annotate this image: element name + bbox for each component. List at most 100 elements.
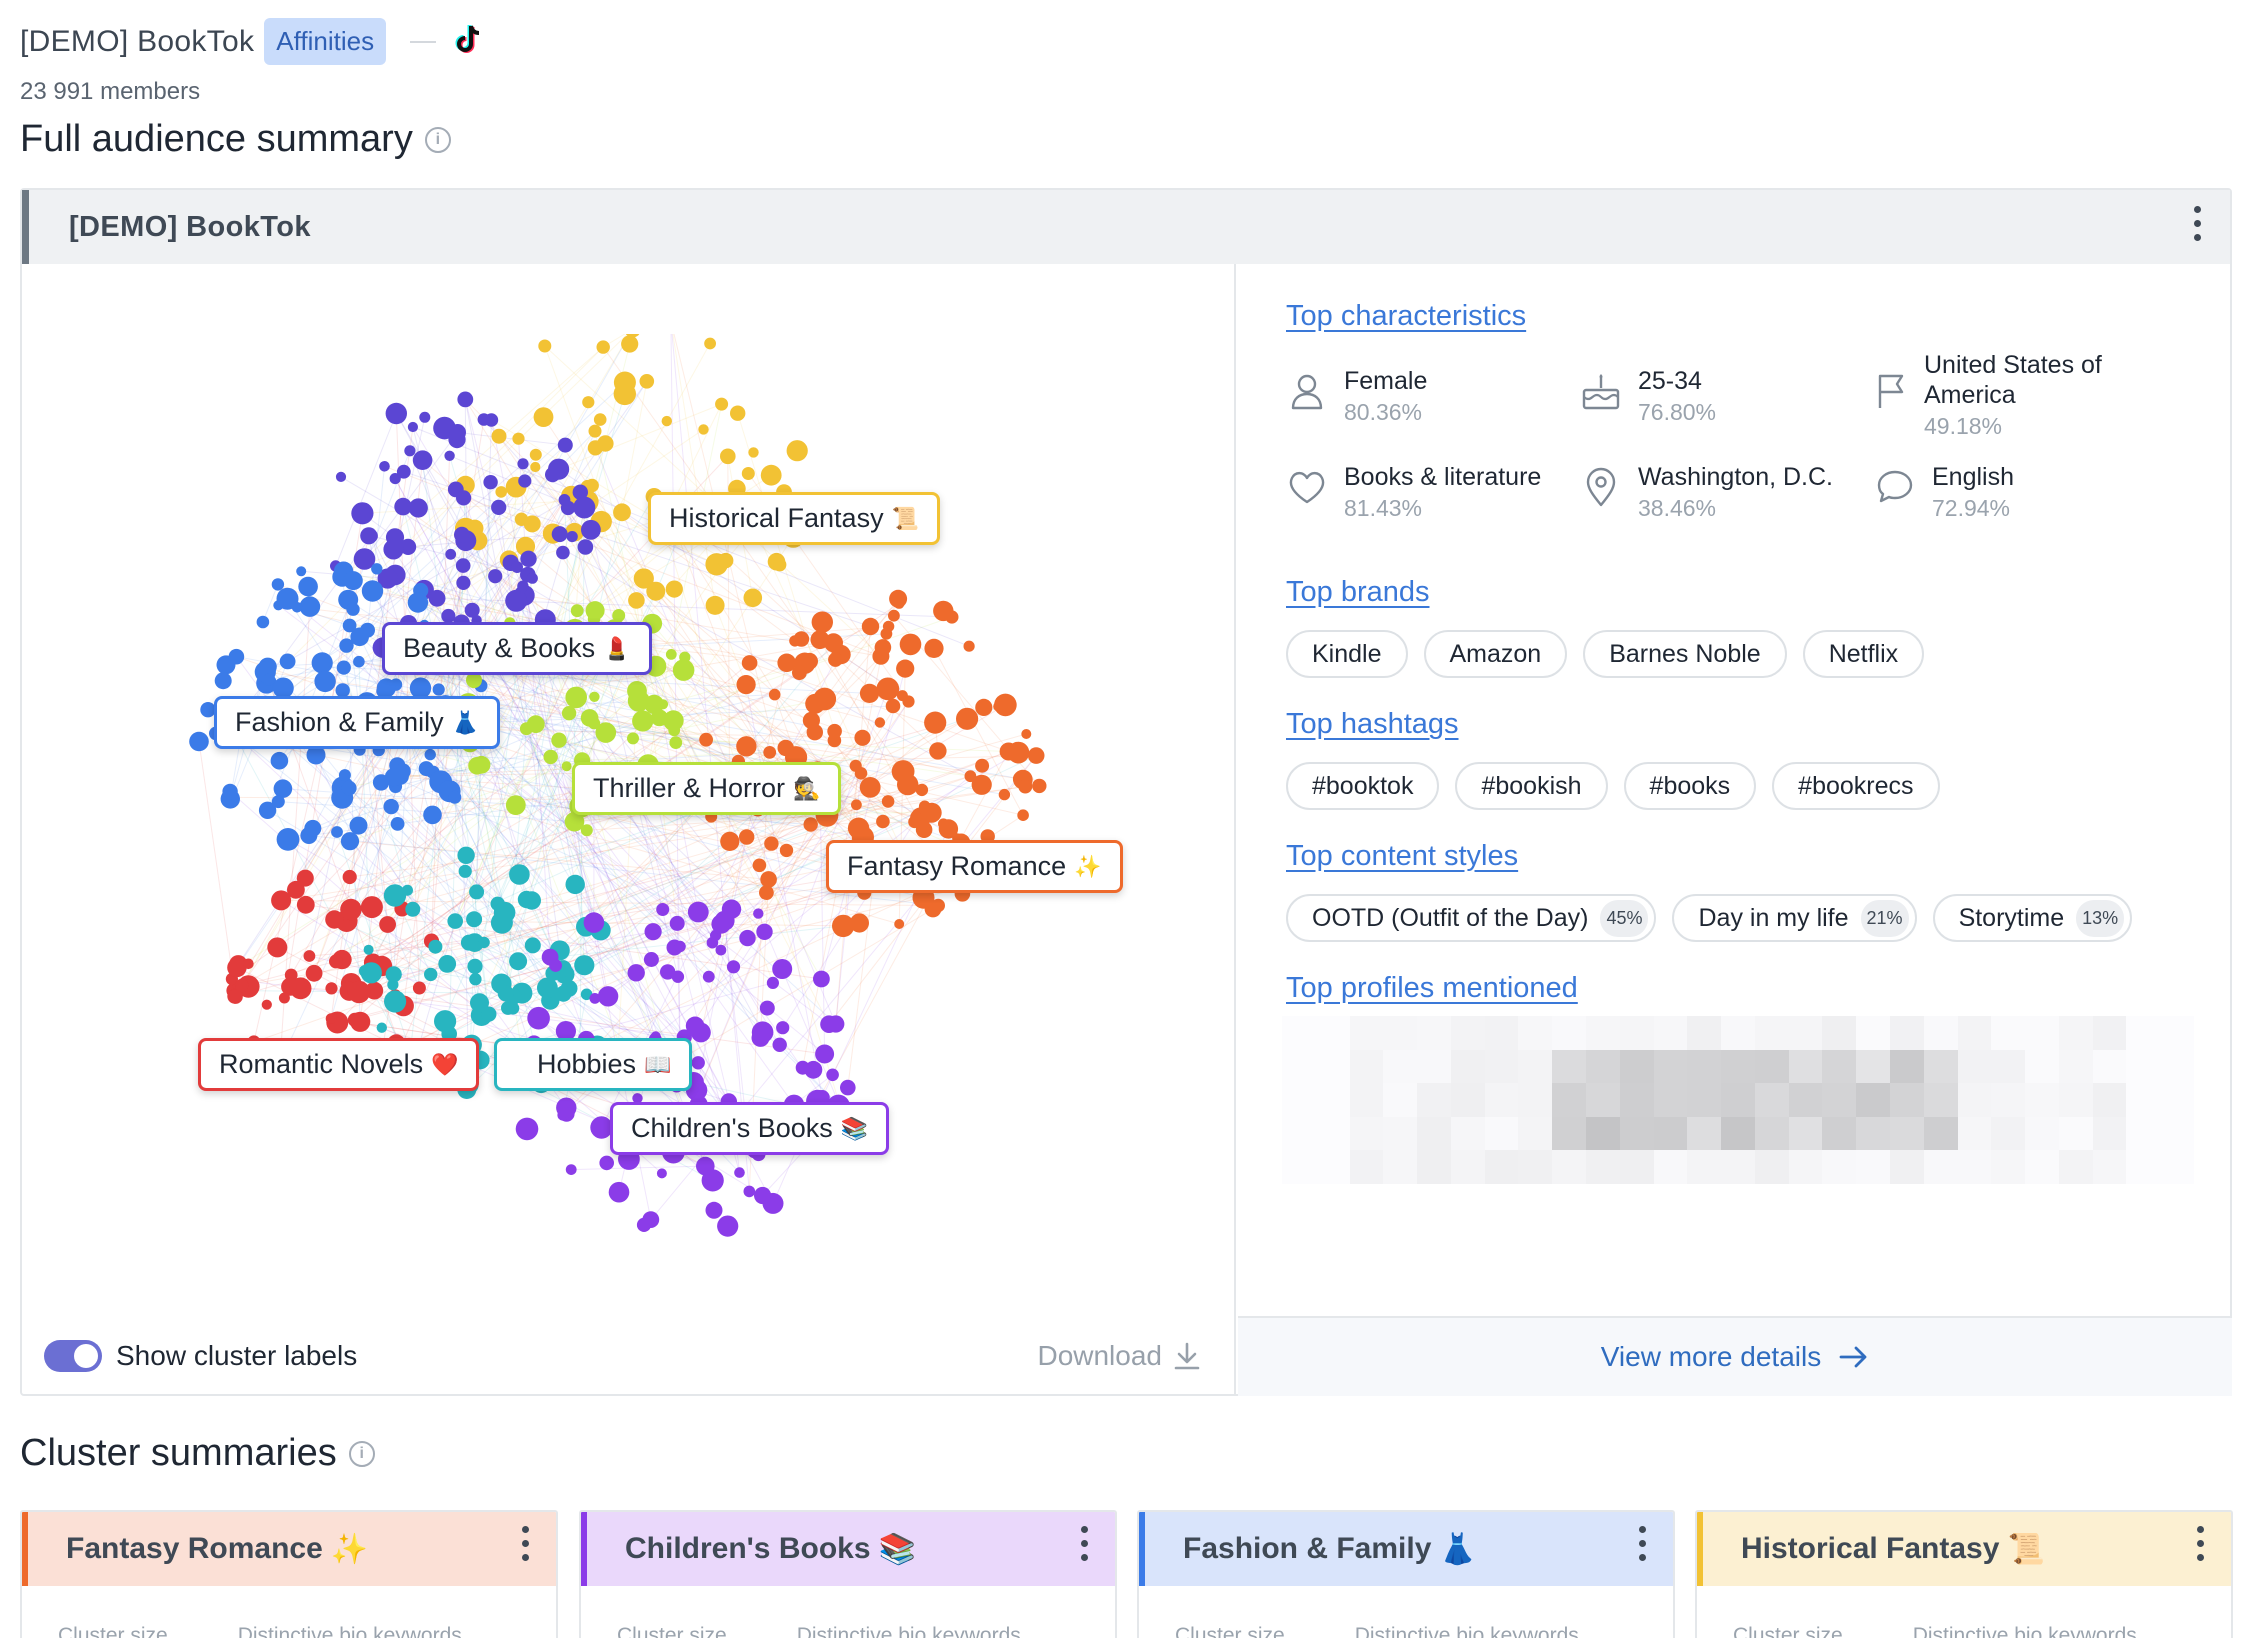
cluster-label-beauty-books[interactable]: Beauty & Books 💄 — [382, 622, 652, 675]
network-node[interactable] — [813, 687, 837, 711]
network-node[interactable] — [573, 496, 596, 519]
network-node[interactable] — [304, 819, 322, 837]
network-node[interactable] — [772, 959, 793, 979]
network-node[interactable] — [270, 751, 289, 770]
network-node[interactable] — [551, 732, 567, 748]
network-node[interactable] — [705, 595, 725, 615]
network-node[interactable] — [557, 437, 573, 453]
network-node[interactable] — [902, 695, 915, 708]
network-node[interactable] — [711, 914, 731, 934]
network-node[interactable] — [349, 816, 368, 835]
network-node[interactable] — [596, 340, 610, 354]
network-node[interactable] — [565, 874, 585, 895]
network-node[interactable] — [336, 660, 351, 675]
network-node[interactable] — [296, 566, 307, 577]
network-node[interactable] — [582, 396, 595, 409]
brand-chip[interactable]: Kindle — [1286, 630, 1408, 678]
network-node[interactable] — [669, 915, 685, 931]
network-node[interactable] — [529, 448, 542, 461]
network-node[interactable] — [371, 563, 383, 575]
brand-chip[interactable]: Netflix — [1802, 630, 1925, 678]
network-node[interactable] — [699, 732, 713, 747]
network-node[interactable] — [412, 981, 426, 995]
network-node[interactable] — [929, 742, 947, 760]
network-node[interactable] — [876, 814, 890, 829]
network-node[interactable] — [588, 424, 602, 438]
network-node[interactable] — [325, 1013, 337, 1024]
content-style-chip[interactable]: Day in my life 21% — [1672, 894, 1917, 942]
network-node[interactable] — [715, 397, 729, 411]
network-node[interactable] — [840, 1079, 856, 1096]
network-node[interactable] — [656, 903, 670, 916]
network-node[interactable] — [423, 805, 442, 825]
network-node[interactable] — [509, 864, 530, 885]
network-node[interactable] — [726, 960, 741, 974]
info-icon[interactable]: i — [424, 126, 451, 153]
more-options-icon[interactable] — [1079, 1526, 1089, 1561]
network-node[interactable] — [1007, 741, 1030, 764]
network-node[interactable] — [715, 944, 727, 956]
network-node[interactable] — [342, 618, 357, 633]
network-node[interactable] — [734, 1167, 745, 1178]
network-node[interactable] — [657, 699, 669, 710]
network-node[interactable] — [424, 967, 438, 982]
affinities-badge[interactable]: Affinities — [264, 18, 387, 65]
network-node[interactable] — [298, 576, 318, 597]
brand-chip[interactable]: Barnes Noble — [1583, 630, 1787, 678]
network-node[interactable] — [517, 890, 536, 909]
network-node[interactable] — [660, 964, 676, 980]
network-node[interactable] — [390, 817, 405, 831]
network-node[interactable] — [558, 494, 571, 506]
network-node[interactable] — [407, 421, 418, 433]
network-node[interactable] — [441, 608, 456, 624]
network-node[interactable] — [346, 602, 360, 616]
download-button[interactable]: Download — [1037, 1340, 1200, 1372]
network-node[interactable] — [759, 885, 774, 900]
network-node[interactable] — [394, 497, 412, 516]
network-node[interactable] — [424, 748, 436, 761]
network-node[interactable] — [361, 580, 384, 602]
network-node[interactable] — [483, 475, 498, 490]
network-node[interactable] — [994, 693, 1017, 717]
network-node[interactable] — [538, 339, 552, 353]
network-node[interactable] — [702, 970, 715, 983]
network-node[interactable] — [289, 977, 312, 1000]
network-node[interactable] — [261, 999, 272, 1010]
network-node[interactable] — [763, 746, 777, 759]
network-node[interactable] — [754, 1186, 772, 1205]
network-node[interactable] — [874, 717, 886, 728]
network-node[interactable] — [447, 913, 464, 929]
network-node[interactable] — [570, 604, 584, 618]
network-node[interactable] — [456, 490, 472, 506]
network-node[interactable] — [363, 944, 374, 955]
network-node[interactable] — [444, 450, 455, 461]
network-node[interactable] — [530, 461, 541, 473]
network-node[interactable] — [1017, 809, 1029, 821]
network-node[interactable] — [271, 578, 285, 591]
network-node[interactable] — [924, 638, 944, 658]
top-profiles-link[interactable]: Top profiles mentioned — [1286, 972, 1578, 1005]
network-node[interactable] — [859, 777, 881, 798]
network-node[interactable] — [826, 1068, 839, 1082]
network-node[interactable] — [523, 515, 541, 533]
network-node[interactable] — [748, 447, 759, 458]
network-node[interactable] — [543, 749, 558, 765]
network-node[interactable] — [730, 405, 746, 421]
network-node[interactable] — [509, 952, 528, 971]
network-node[interactable] — [565, 686, 587, 709]
network-node[interactable] — [551, 526, 568, 543]
network-node[interactable] — [1021, 729, 1032, 739]
network-node[interactable] — [963, 640, 975, 652]
network-node[interactable] — [832, 914, 855, 938]
network-node[interactable] — [885, 698, 901, 714]
network-node[interactable] — [1032, 778, 1047, 794]
top-brands-link[interactable]: Top brands — [1286, 576, 1430, 609]
network-node[interactable] — [760, 871, 777, 888]
network-node[interactable] — [627, 681, 647, 701]
network-node[interactable] — [505, 589, 528, 612]
cluster-label-fashion-family[interactable]: Fashion & Family 👗 — [214, 696, 500, 749]
network-node[interactable] — [383, 884, 407, 907]
network-node[interactable] — [656, 1168, 667, 1179]
network-node[interactable] — [643, 952, 659, 967]
network-node[interactable] — [691, 1056, 705, 1070]
